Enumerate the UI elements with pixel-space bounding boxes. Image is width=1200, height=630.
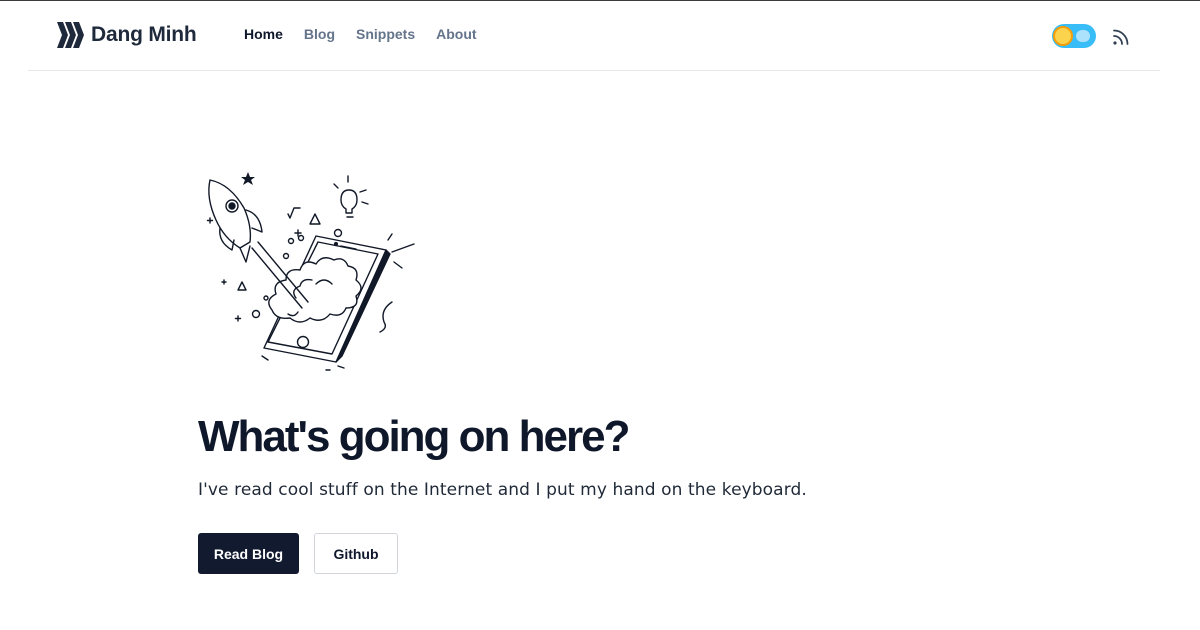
brand-link[interactable]: Dang Minh [56, 20, 197, 50]
rss-icon[interactable] [1111, 27, 1131, 47]
nav-about[interactable]: About [436, 26, 476, 42]
site-header: Dang Minh Home Blog Snippets About [28, 1, 1160, 71]
rocket-launch-phone-icon [206, 172, 415, 371]
theme-toggle-sun-icon [1053, 26, 1073, 46]
read-blog-button[interactable]: Read Blog [198, 533, 299, 574]
nav-snippets[interactable]: Snippets [356, 26, 415, 42]
nav-home[interactable]: Home [244, 26, 283, 42]
brand-name: Dang Minh [91, 23, 197, 46]
triple-chevron-logo-icon [57, 22, 84, 48]
github-button[interactable]: Github [314, 533, 398, 574]
toggle-cloud [1076, 30, 1090, 42]
nav-blog[interactable]: Blog [304, 26, 335, 42]
hero-title: What's going on here? [198, 412, 630, 461]
main-nav: Home Blog Snippets About [244, 26, 498, 42]
hero-subtitle: I've read cool stuff on the Internet and… [198, 480, 807, 500]
theme-toggle[interactable] [1052, 24, 1096, 48]
